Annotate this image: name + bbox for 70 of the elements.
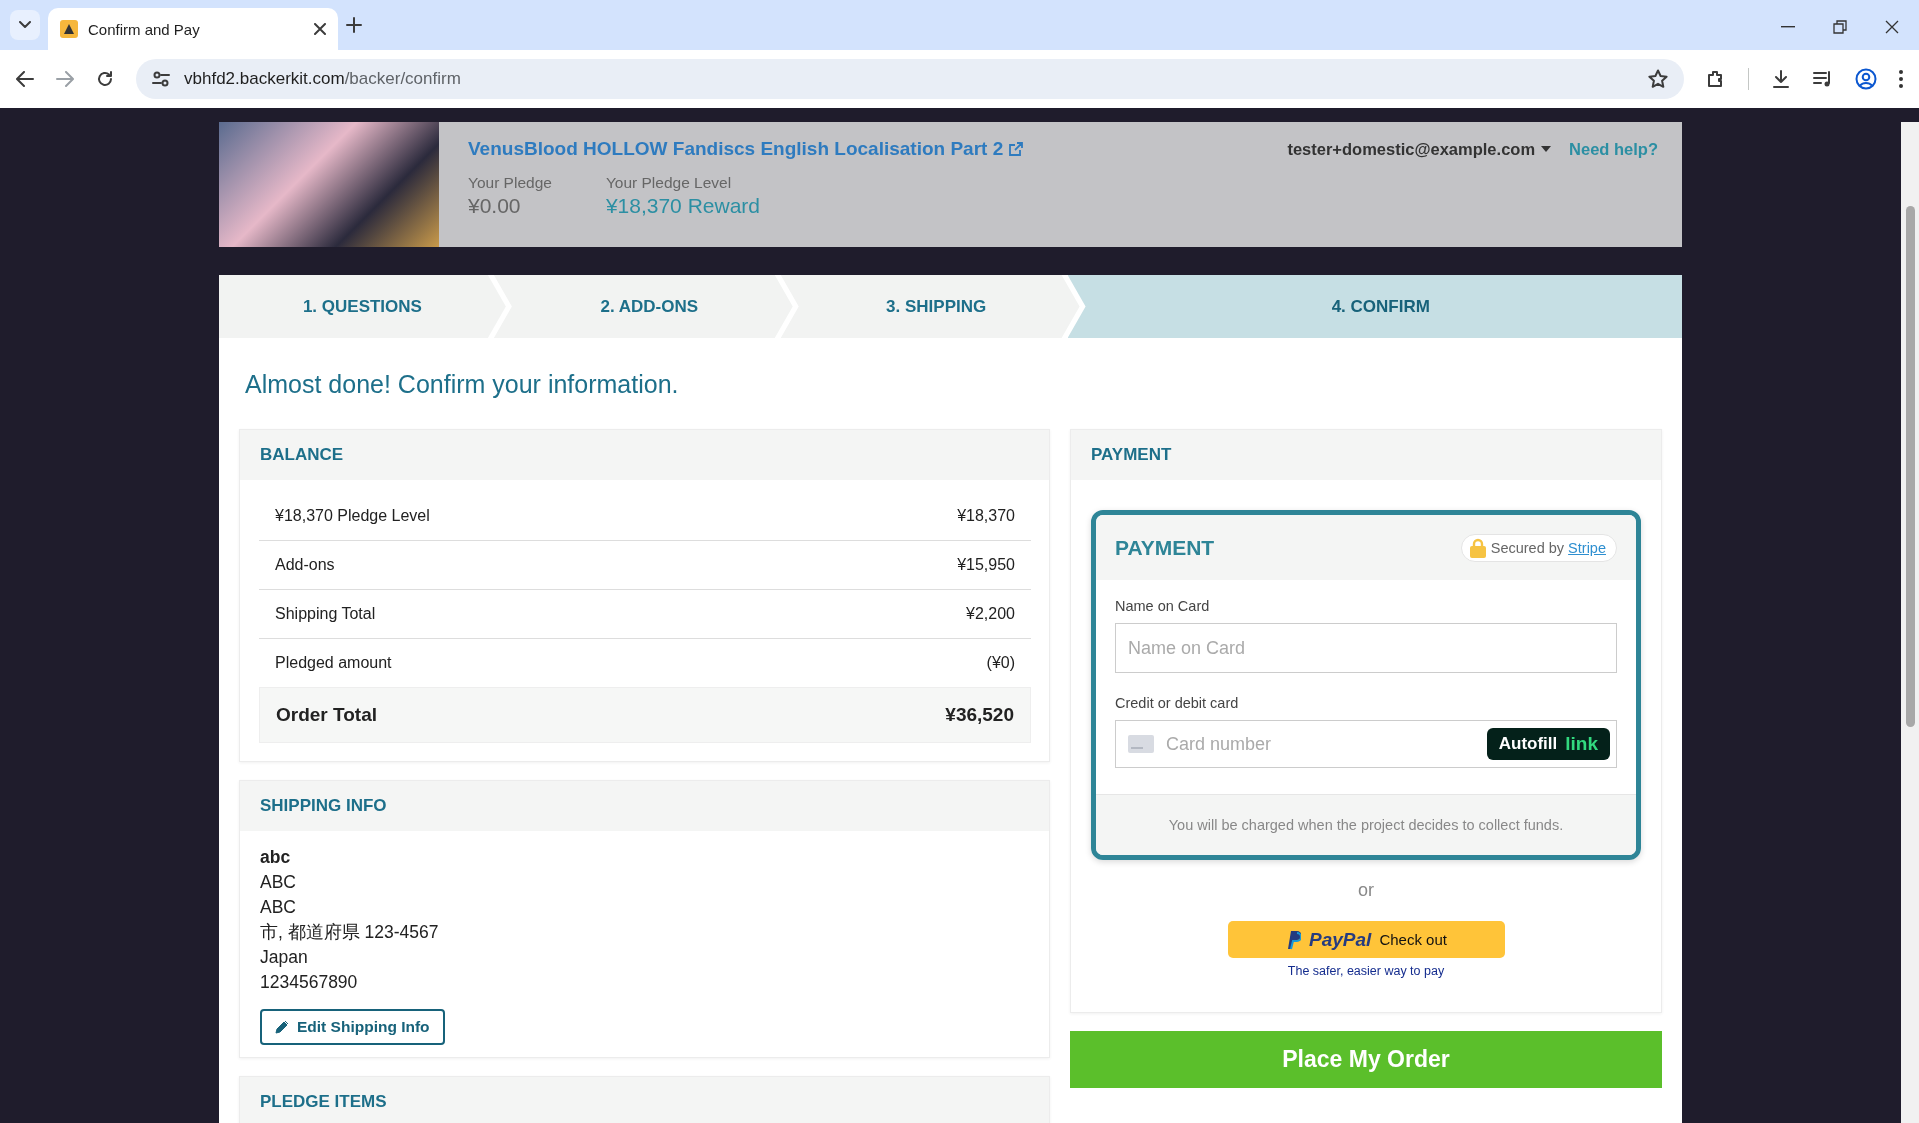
site-settings-icon[interactable] (152, 71, 170, 87)
line-item-amount: ¥15,950 (957, 556, 1015, 574)
autofill-link-button[interactable]: Autofill link (1486, 728, 1610, 760)
address-line: Japan (260, 946, 308, 969)
section-title: PAYMENT (1091, 445, 1172, 465)
address-bar[interactable]: vbhfd2.backerkit.com/backer/confirm (136, 59, 1684, 99)
browser-tab[interactable]: Confirm and Pay (48, 8, 338, 50)
media-icon[interactable] (1813, 70, 1833, 88)
line-item-amount: ¥2,200 (966, 605, 1015, 623)
new-tab-icon[interactable] (346, 17, 362, 33)
line-item-label: Pledged amount (275, 654, 392, 672)
step-tab[interactable]: 2. ADD-ONS (493, 275, 793, 338)
more-menu-icon[interactable] (1899, 70, 1903, 88)
recipient-name: abc (260, 846, 291, 869)
chevron-down-icon (19, 21, 31, 29)
paypal-checkout-button[interactable]: PayPal Check out (1227, 921, 1505, 958)
back-icon[interactable] (16, 71, 34, 87)
stripe-link[interactable]: Stripe (1568, 539, 1606, 556)
reload-icon[interactable] (96, 70, 114, 88)
tab-list-button[interactable] (10, 10, 40, 40)
section-title: PLEDGE ITEMS (260, 1092, 387, 1112)
or-divider-text: or (1357, 880, 1375, 901)
close-window-icon[interactable] (1885, 20, 1899, 34)
edit-shipping-button[interactable]: Edit Shipping Info (260, 1009, 445, 1045)
line-item-label: ¥18,370 Pledge Level (275, 507, 430, 525)
line-item-label: Shipping Total (275, 605, 376, 623)
field-label: Name on Card (1115, 598, 1211, 614)
card-number-field[interactable]: Card number Autofill link (1115, 720, 1617, 768)
pledge-level-value: ¥18,370 Reward (605, 194, 760, 218)
card-number-placeholder: Card number (1166, 733, 1272, 755)
address-line: 市, 都道府県 123-4567 (260, 921, 439, 944)
restore-icon[interactable] (1833, 20, 1847, 34)
minimize-icon[interactable] (1781, 26, 1795, 28)
close-tab-icon[interactable] (314, 23, 326, 35)
field-label: Credit or debit card (1115, 695, 1240, 711)
address-line: 1234567890 (260, 971, 358, 994)
paypal-tagline: The safer, easier way to pay (1287, 964, 1445, 978)
address-line: ABC (260, 896, 296, 919)
total-label: Order Total (276, 704, 377, 726)
caret-icon[interactable] (1541, 146, 1552, 152)
secured-by-text: Secured by Stripe (1490, 539, 1606, 556)
section-title: SHIPPING INFO (260, 796, 387, 816)
star-icon[interactable] (1648, 69, 1668, 89)
pledge-level-label: Your Pledge Level (605, 174, 733, 192)
tab-favicon-icon (60, 20, 78, 38)
external-link-icon[interactable] (1009, 142, 1024, 156)
profile-icon[interactable] (1855, 68, 1877, 90)
charge-note: You will be charged when the project decides to collect funds. (1096, 794, 1636, 855)
download-icon[interactable] (1771, 69, 1791, 89)
total-amount: ¥36,520 (945, 704, 1014, 726)
step-tab[interactable]: 3. SHIPPING (780, 275, 1080, 338)
line-item-amount: ¥18,370 (957, 507, 1015, 525)
line-item-amount: (¥0) (986, 654, 1015, 672)
account-menu[interactable]: tester+domestic@example.com (1287, 139, 1536, 159)
step-tab[interactable]: 4. CONFIRM (1067, 275, 1682, 338)
pledge-label: Your Pledge (468, 174, 552, 192)
paypal-p-icon (1285, 929, 1302, 950)
form-title: PAYMENT (1115, 535, 1215, 560)
section-title: BALANCE (260, 445, 344, 465)
page-heading: Almost done! Confirm your information. (244, 369, 680, 400)
line-item-label: Add-ons (275, 556, 335, 574)
padlock-icon (1469, 537, 1486, 558)
credit-card-icon (1128, 735, 1154, 753)
tab-title: Confirm and Pay (88, 20, 201, 38)
forward-icon[interactable] (56, 71, 74, 87)
scrollbar[interactable] (1901, 122, 1919, 1123)
address-line: ABC (260, 871, 296, 894)
pencil-icon (275, 1020, 289, 1034)
step-tab[interactable]: 1. QUESTIONS (219, 275, 506, 338)
pledge-value: ¥0.00 (468, 194, 522, 218)
